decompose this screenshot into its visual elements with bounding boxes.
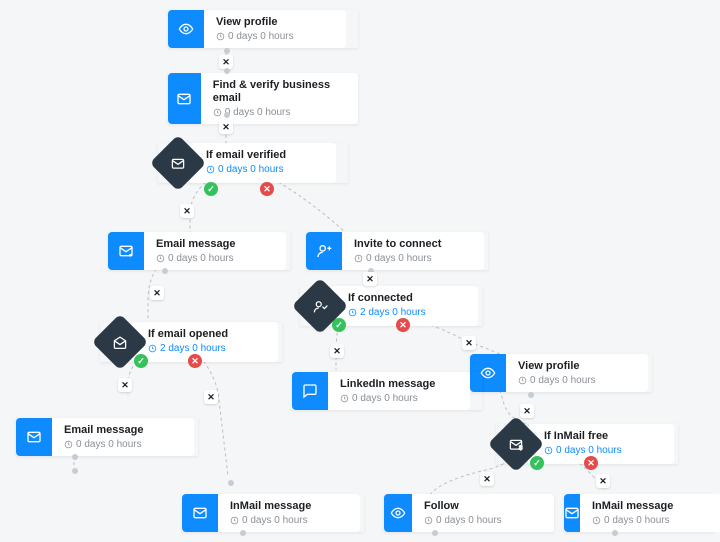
branch-no: ✕ — [396, 318, 410, 332]
node-delay: 2 days 0 hours — [148, 343, 268, 354]
node-delay: 0 days 0 hours — [230, 515, 350, 526]
node-follow[interactable]: Follow 0 days 0 hours — [384, 494, 554, 532]
connector-dot — [224, 68, 230, 74]
connector-dot — [224, 112, 230, 118]
add-step-button[interactable]: ✕ — [219, 55, 233, 69]
node-title: If connected — [348, 292, 468, 305]
node-inmail-message-2[interactable]: InMail message 0 days 0 hours — [564, 494, 714, 532]
add-step-button[interactable]: ✕ — [150, 286, 164, 300]
node-delay: 0 days 0 hours — [592, 515, 712, 526]
branch-no: ✕ — [584, 456, 598, 470]
node-title: Follow — [424, 500, 544, 513]
node-title: View profile — [518, 360, 638, 373]
add-step-button[interactable]: ✕ — [480, 472, 494, 486]
node-title: If email verified — [206, 149, 326, 162]
add-step-button[interactable]: ✕ — [219, 120, 233, 134]
node-if-connected[interactable]: If connected 2 days 0 hours — [300, 286, 482, 326]
node-view-profile[interactable]: View profile 0 days 0 hours — [168, 10, 358, 48]
branch-no: ✕ — [188, 354, 202, 368]
node-delay: 0 days 0 hours — [518, 375, 638, 386]
person-add-icon — [306, 232, 342, 270]
mail-icon — [168, 73, 201, 124]
connector-dot — [162, 268, 168, 274]
node-linkedin-message[interactable]: LinkedIn message 0 days 0 hours — [292, 372, 482, 410]
node-inmail-message[interactable]: InMail message 0 days 0 hours — [182, 494, 364, 532]
node-title: Invite to connect — [354, 238, 474, 251]
branch-no: ✕ — [260, 182, 274, 196]
connector-dot — [72, 454, 78, 460]
node-delay: 0 days 0 hours — [424, 515, 544, 526]
node-delay: 0 days 0 hours — [206, 164, 326, 175]
branch-yes: ✓ — [530, 456, 544, 470]
mail-send-icon — [108, 232, 144, 270]
connector-dot — [528, 392, 534, 398]
add-step-button[interactable]: ✕ — [462, 336, 476, 350]
connector-dot — [72, 468, 78, 474]
node-delay: 0 days 0 hours — [354, 253, 474, 264]
node-find-verify-email[interactable]: Find & verify business email 0 days 0 hou… — [168, 73, 358, 124]
node-delay: 0 days 0 hours — [544, 445, 664, 456]
node-title: InMail message — [230, 500, 350, 513]
add-step-button[interactable]: ✕ — [363, 272, 377, 286]
add-step-button[interactable]: ✕ — [520, 404, 534, 418]
node-delay: 0 days 0 hours — [156, 253, 276, 264]
connector-dot — [240, 530, 246, 536]
chat-icon — [292, 372, 328, 410]
node-email-message-2[interactable]: Email message 0 days 0 hours — [16, 418, 198, 456]
svg-text:$: $ — [519, 445, 523, 451]
branch-yes: ✓ — [204, 182, 218, 196]
add-step-button[interactable]: ✕ — [330, 344, 344, 358]
node-email-message[interactable]: Email message 0 days 0 hours — [108, 232, 290, 270]
eye-icon — [384, 494, 412, 532]
node-title: Email message — [156, 238, 276, 251]
node-title: Find & verify business email — [213, 79, 348, 105]
node-title: InMail message — [592, 500, 712, 513]
node-if-email-verified[interactable]: If email verified 0 days 0 hours — [158, 143, 348, 183]
node-delay: 2 days 0 hours — [348, 307, 468, 318]
node-delay: 0 days 0 hours — [216, 31, 336, 42]
node-title: Email message — [64, 424, 184, 437]
connector-dot — [228, 480, 234, 486]
connector-dot — [612, 530, 618, 536]
node-invite-connect[interactable]: Invite to connect 0 days 0 hours — [306, 232, 488, 270]
connector-dot — [432, 530, 438, 536]
node-title: LinkedIn message — [340, 378, 460, 391]
node-delay: 0 days 0 hours — [213, 107, 348, 118]
mail-send-icon — [564, 494, 580, 532]
flow-canvas[interactable]: { "nodes": { "n1": {"title":"View profil… — [0, 0, 720, 542]
node-title: If InMail free — [544, 430, 664, 443]
mail-send-icon — [16, 418, 52, 456]
branch-yes: ✓ — [134, 354, 148, 368]
node-delay: 0 days 0 hours — [64, 439, 184, 450]
add-step-button[interactable]: ✕ — [180, 204, 194, 218]
add-step-button[interactable]: ✕ — [596, 474, 610, 488]
node-title: View profile — [216, 16, 336, 29]
node-view-profile-2[interactable]: View profile 0 days 0 hours — [470, 354, 652, 392]
node-title: If email opened — [148, 328, 268, 341]
add-step-button[interactable]: ✕ — [204, 390, 218, 404]
eye-icon — [168, 10, 204, 48]
add-step-button[interactable]: ✕ — [118, 378, 132, 392]
mail-send-icon — [182, 494, 218, 532]
node-delay: 0 days 0 hours — [340, 393, 460, 404]
connector-dot — [224, 48, 230, 54]
